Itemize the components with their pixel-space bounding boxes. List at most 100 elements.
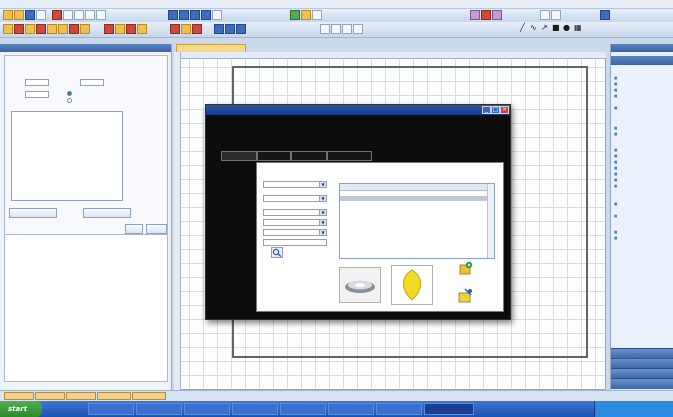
insert-column-button[interactable] xyxy=(115,24,125,34)
guide-item-start-calculation[interactable] xyxy=(614,230,619,234)
insert-door-button[interactable] xyxy=(104,24,114,34)
table-row[interactable] xyxy=(340,256,488,258)
render-button[interactable] xyxy=(470,10,480,20)
tab-outputs[interactable] xyxy=(132,392,166,400)
close-button[interactable]: × xyxy=(500,106,509,114)
taskbar-item-dialux[interactable] xyxy=(376,403,422,415)
lamp-button[interactable] xyxy=(301,10,311,20)
insert-luminaire-button[interactable] xyxy=(14,24,24,34)
insert-calc-point-button[interactable] xyxy=(181,24,191,34)
guide-item-insert-field[interactable] xyxy=(614,160,619,164)
luminaire-button[interactable] xyxy=(290,10,300,20)
column-article-name[interactable] xyxy=(384,184,490,191)
guide-item-insert-single[interactable] xyxy=(614,154,619,158)
guide-item-insert-circle[interactable] xyxy=(614,178,619,182)
start-button[interactable]: start xyxy=(0,401,42,417)
view-front-button[interactable] xyxy=(201,10,211,20)
guide-item-output[interactable] xyxy=(614,236,619,240)
paste-button[interactable] xyxy=(74,10,84,20)
taskbar-item-explorer[interactable] xyxy=(136,403,182,415)
table-row[interactable] xyxy=(12,134,122,139)
new-file-button[interactable] xyxy=(3,10,13,20)
guide-item-calc-point[interactable] xyxy=(614,214,619,218)
print-button[interactable] xyxy=(36,10,46,20)
grid-button[interactable] xyxy=(540,10,550,20)
taskbar-item-untitled[interactable] xyxy=(328,403,374,415)
surface-coordinates-radio[interactable] xyxy=(67,91,72,96)
length-field[interactable] xyxy=(25,79,49,86)
guide-item-edit-geometry[interactable] xyxy=(614,88,619,92)
cut-button[interactable] xyxy=(52,10,62,20)
product-group-select[interactable]: ▼ xyxy=(263,181,327,188)
insert-ceiling-button[interactable] xyxy=(126,24,136,34)
guide-item-insert-line[interactable] xyxy=(614,166,619,170)
align-center-button[interactable] xyxy=(342,24,352,34)
guide-item-select-fixtures[interactable] xyxy=(614,132,619,136)
guide-item-calc-surface[interactable] xyxy=(614,202,619,206)
draw-grid-icon[interactable]: ▦ xyxy=(574,23,582,32)
guide-item-ceilings[interactable] xyxy=(614,94,619,98)
mounting-type-select[interactable]: ▼ xyxy=(263,209,327,216)
guide-item-new-room[interactable] xyxy=(614,76,619,80)
draw-line-icon[interactable]: ╱ xyxy=(520,23,525,32)
insert-luminaire-icon[interactable] xyxy=(457,288,473,304)
results-list[interactable] xyxy=(339,183,495,259)
draw-circle-icon[interactable]: ● xyxy=(563,23,570,32)
insert-floor-button[interactable] xyxy=(137,24,147,34)
delete-coordinates-button[interactable] xyxy=(83,208,131,218)
tab-colours[interactable] xyxy=(66,392,96,400)
view-zoom-button[interactable] xyxy=(212,10,222,20)
snap-button[interactable] xyxy=(551,10,561,20)
guide-bar-street[interactable] xyxy=(611,378,673,389)
insert-coordinates-button[interactable] xyxy=(9,208,57,218)
tab-objects[interactable] xyxy=(35,392,65,400)
view-side-button[interactable] xyxy=(190,10,200,20)
insert-furniture-button[interactable] xyxy=(69,24,79,34)
height-field[interactable] xyxy=(25,91,49,98)
taskbar-item-documents[interactable] xyxy=(184,403,230,415)
points-coordinates-radio[interactable] xyxy=(67,98,72,103)
add-to-project-icon[interactable] xyxy=(457,261,473,277)
guide-item-arrangement-2[interactable] xyxy=(614,184,619,188)
ok-button[interactable] xyxy=(125,224,143,234)
light-scene-button[interactable] xyxy=(312,10,322,20)
taskbar-item-word[interactable] xyxy=(232,403,278,415)
article-number-field[interactable] xyxy=(263,239,327,246)
insert-sky-button[interactable] xyxy=(225,24,235,34)
redo-button[interactable] xyxy=(96,10,106,20)
minimize-button[interactable]: _ xyxy=(482,106,491,114)
insert-window-button[interactable] xyxy=(80,24,90,34)
view-3d-button[interactable] xyxy=(168,10,178,20)
width-field[interactable] xyxy=(80,79,104,86)
help-button[interactable] xyxy=(600,10,610,20)
cancel-button[interactable] xyxy=(146,224,167,234)
tab-luminaires[interactable] xyxy=(97,392,131,400)
tab-details[interactable] xyxy=(257,151,291,161)
align-right-button[interactable] xyxy=(331,24,341,34)
insert-array-button[interactable] xyxy=(36,24,46,34)
results-scrollbar[interactable] xyxy=(487,184,494,258)
insert-sun-button[interactable] xyxy=(236,24,246,34)
coordinates-table[interactable] xyxy=(11,111,123,201)
taskbar-item-inbox[interactable] xyxy=(88,403,134,415)
taskbar-item-screenshot[interactable] xyxy=(280,403,326,415)
tab-project[interactable] xyxy=(4,392,34,400)
guide-item-arrangement[interactable] xyxy=(614,172,619,176)
insert-line-button[interactable] xyxy=(47,24,57,34)
output-button[interactable] xyxy=(492,10,502,20)
draw-polyline-icon[interactable]: ↗ xyxy=(541,23,548,32)
save-button[interactable] xyxy=(25,10,35,20)
insert-field-button[interactable] xyxy=(25,24,35,34)
taskbar-item-cooper-lighting[interactable] xyxy=(424,403,474,415)
copy-button[interactable] xyxy=(63,10,73,20)
calculate-button[interactable] xyxy=(481,10,491,20)
guide-item-place-object[interactable] xyxy=(614,126,619,130)
distribute-button[interactable] xyxy=(353,24,363,34)
lamp-power-select[interactable]: ▼ xyxy=(263,229,327,236)
insert-glare-button[interactable] xyxy=(192,24,202,34)
insert-circle-button[interactable] xyxy=(58,24,68,34)
tab-search[interactable] xyxy=(221,151,257,161)
table-row[interactable] xyxy=(12,116,122,121)
column-article-number[interactable] xyxy=(340,184,384,191)
guide-item-load-dwg[interactable] xyxy=(614,82,619,86)
